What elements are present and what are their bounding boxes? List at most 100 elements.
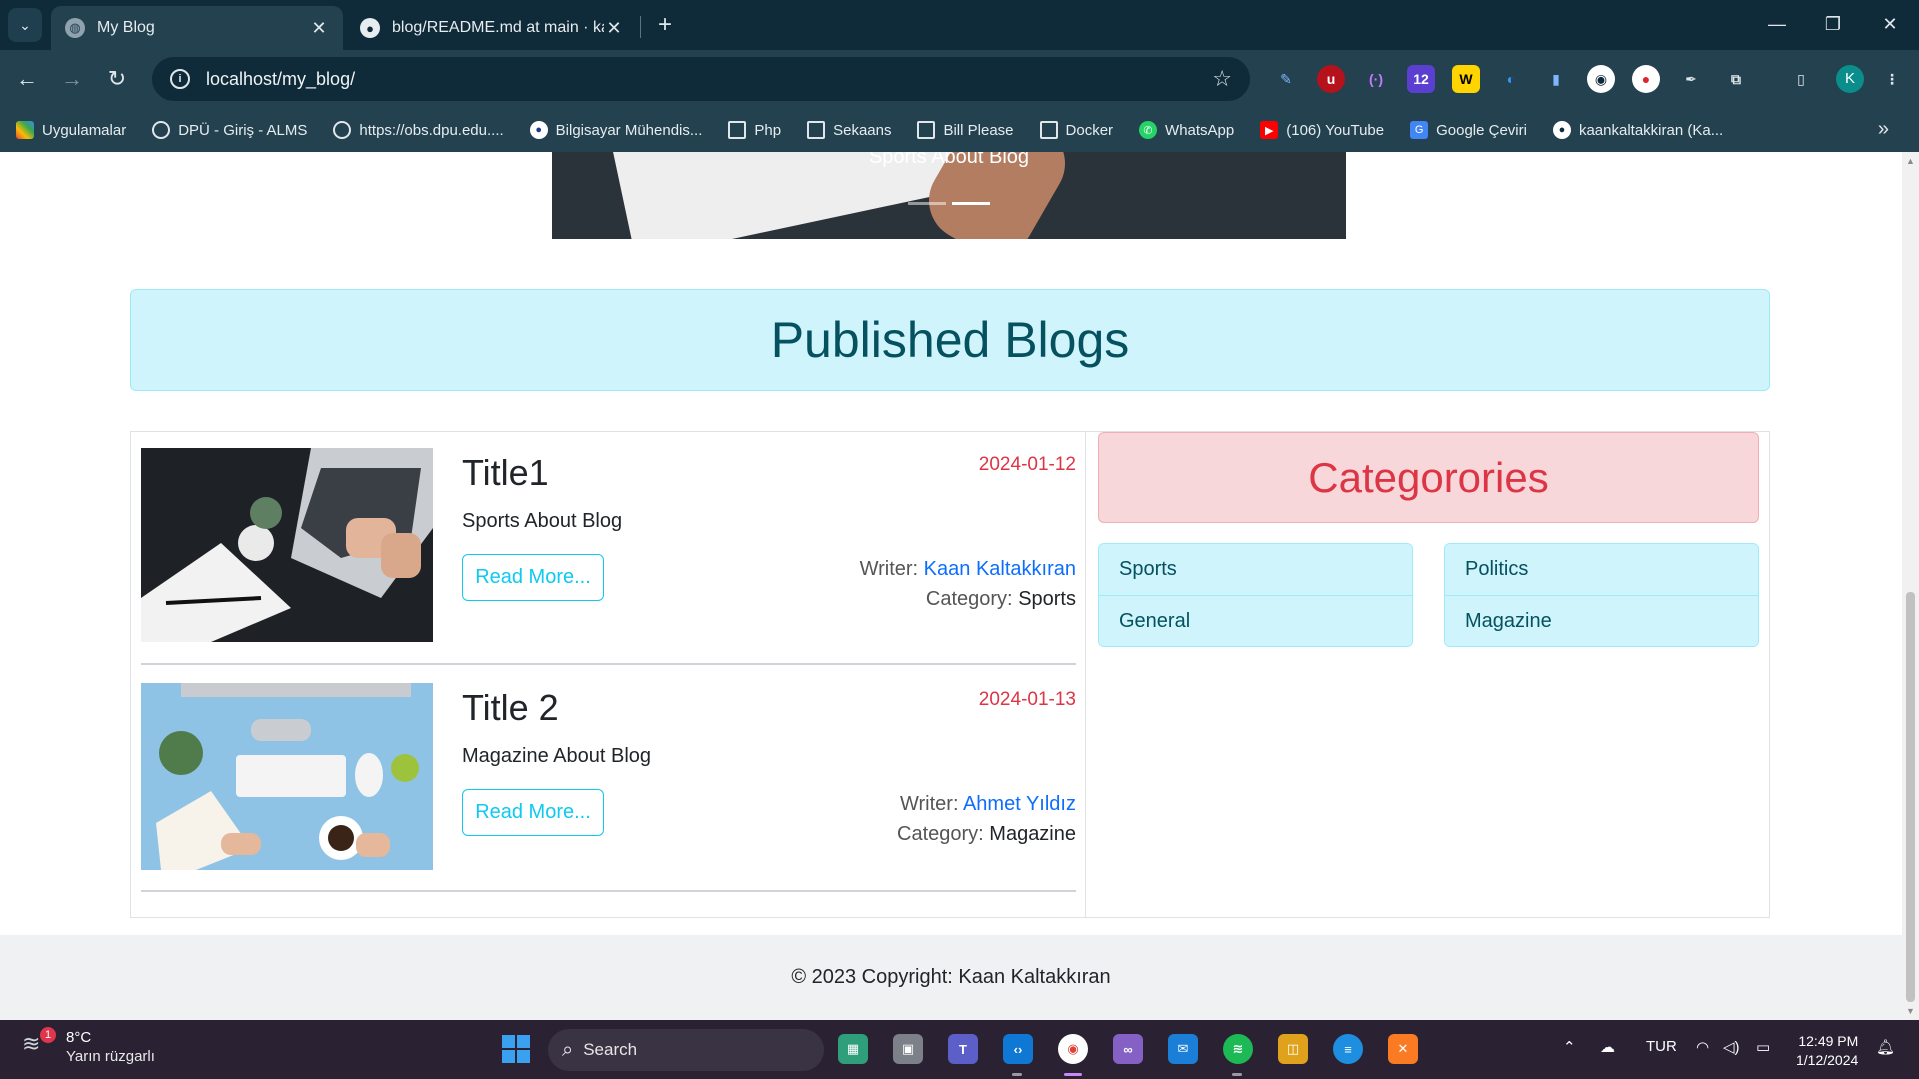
github-icon: ●	[360, 18, 380, 38]
mail-icon[interactable]: ✉	[1168, 1034, 1198, 1064]
category-value: Magazine	[989, 823, 1076, 845]
reload-icon: ↻	[107, 66, 127, 91]
system-clock[interactable]: 12:49 PM 1/12/2024	[1796, 1032, 1858, 1070]
extension-circle-icon[interactable]: ◉	[1587, 65, 1615, 93]
eyedropper-icon[interactable]: ✒	[1677, 65, 1705, 93]
post-divider	[141, 890, 1076, 892]
visual-studio-icon[interactable]: ∞	[1113, 1034, 1143, 1064]
start-button[interactable]	[502, 1035, 530, 1063]
image-editor-icon[interactable]: ◫	[1278, 1034, 1308, 1064]
forward-button[interactable]: →	[55, 62, 89, 96]
record-icon[interactable]: ●	[1632, 65, 1660, 93]
bookmark-youtube[interactable]: ▶ (106) YouTube	[1260, 121, 1384, 139]
bookmark-apps[interactable]: Uygulamalar	[16, 121, 126, 139]
post-title[interactable]: Title 2	[462, 687, 559, 729]
scroll-down-arrow-icon[interactable]: ▼	[1906, 1006, 1915, 1016]
carousel-indicator-active[interactable]	[952, 202, 990, 205]
bookmark-label: Docker	[1065, 121, 1114, 139]
bookmark-google-translate[interactable]: G Google Çeviri	[1410, 121, 1527, 139]
running-indicator	[1012, 1073, 1022, 1076]
vscode-icon[interactable]: ‹›	[1003, 1034, 1033, 1064]
address-bar[interactable]: i localhost/my_blog/ ☆	[152, 57, 1250, 101]
app-store-icon[interactable]: ▦	[838, 1034, 868, 1064]
ublock-icon[interactable]: u	[1317, 65, 1345, 93]
chrome-icon[interactable]: ◉	[1058, 1034, 1088, 1064]
youtube-icon: ▶	[1260, 121, 1279, 139]
more-bookmarks-icon[interactable]: »	[1878, 118, 1889, 141]
page-scrollbar[interactable]: ▲ ▼	[1902, 152, 1919, 1020]
back-button[interactable]: ←	[10, 62, 44, 96]
bookmark-whatsapp[interactable]: ✆ WhatsApp	[1139, 121, 1234, 139]
task-view-icon[interactable]: ▣	[893, 1034, 923, 1064]
bookmark-docker[interactable]: Docker	[1039, 121, 1114, 139]
hero-carousel[interactable]: Sports About Blog	[552, 152, 1346, 239]
extension-pen-icon[interactable]: ✎	[1272, 65, 1300, 93]
tab-my-blog[interactable]: ◍ My Blog ✕	[51, 6, 343, 50]
taskbar-search[interactable]: ⌕ Search	[548, 1029, 824, 1071]
side-panel-icon[interactable]: ▯	[1787, 65, 1815, 93]
extensions-puzzle-icon[interactable]: ⧉	[1722, 65, 1750, 93]
writer-label: Writer:	[859, 558, 919, 580]
tab-readme[interactable]: ● blog/README.md at main · kaa ✕	[346, 6, 638, 50]
profile-avatar[interactable]: K	[1836, 65, 1864, 93]
minimize-button[interactable]: —	[1757, 8, 1797, 40]
bookmark-star-icon[interactable]: ☆	[1212, 66, 1232, 92]
post-title[interactable]: Title1	[462, 452, 549, 494]
weather-widget[interactable]: ≋ 1 8°C Yarın rüzgarlı	[22, 1027, 155, 1066]
read-more-button[interactable]: Read More...	[462, 789, 604, 836]
extension-badge-icon[interactable]: 12	[1407, 65, 1435, 93]
scroll-up-arrow-icon[interactable]: ▲	[1906, 156, 1915, 166]
bookmark-obs[interactable]: https://obs.dpu.edu....	[333, 121, 504, 139]
docker-icon[interactable]: ≡	[1333, 1034, 1363, 1064]
close-tab-icon[interactable]: ✕	[604, 18, 624, 39]
wifi-icon[interactable]: ◠	[1696, 1038, 1709, 1056]
onedrive-icon[interactable]: ☁	[1600, 1038, 1615, 1056]
category-item-magazine[interactable]: Magazine	[1445, 595, 1758, 646]
category-item-politics[interactable]: Politics	[1445, 544, 1758, 595]
xampp-icon[interactable]: ✕	[1388, 1034, 1418, 1064]
volume-icon[interactable]: ◁)	[1723, 1038, 1740, 1056]
extension-doc-icon[interactable]: ▮	[1542, 65, 1570, 93]
writer-link[interactable]: Ahmet Yıldız	[963, 793, 1076, 815]
bookmark-sekaans[interactable]: Sekaans	[807, 121, 891, 139]
extension-edge-icon[interactable]: ◐	[1497, 65, 1525, 93]
battery-icon[interactable]: ▭	[1756, 1038, 1770, 1056]
bookmark-github[interactable]: ● kaankaltakkiran (Ka...	[1552, 121, 1723, 139]
bookmark-dpu-alms[interactable]: DPÜ - Giriş - ALMS	[152, 121, 307, 139]
restore-button[interactable]: ❐	[1813, 8, 1853, 40]
read-more-button[interactable]: Read More...	[462, 554, 604, 601]
bookmark-label: Sekaans	[833, 121, 892, 139]
apps-grid-icon	[16, 121, 34, 139]
new-tab-button[interactable]: +	[650, 10, 680, 40]
bookmark-bill-please[interactable]: Bill Please	[917, 121, 1014, 139]
bookmark-php[interactable]: Php	[728, 121, 781, 139]
close-tab-icon[interactable]: ✕	[309, 18, 329, 39]
site-info-icon[interactable]: i	[170, 69, 190, 89]
close-window-button[interactable]: ✕	[1870, 8, 1910, 40]
url-text[interactable]: localhost/my_blog/	[206, 69, 1212, 90]
reload-button[interactable]: ↻	[100, 62, 134, 96]
clock-date: 1/12/2024	[1796, 1052, 1859, 1068]
kebab-menu-icon[interactable]: ⋮	[1878, 65, 1906, 93]
extension-w-icon[interactable]: W	[1452, 65, 1480, 93]
search-icon: ⌕	[562, 1038, 574, 1061]
folder-icon	[728, 121, 747, 139]
category-item-general[interactable]: General	[1099, 595, 1412, 646]
post-description: Sports About Blog	[462, 510, 623, 532]
tray-overflow-icon[interactable]: ⌃	[1563, 1038, 1576, 1056]
category-item-sports[interactable]: Sports	[1099, 544, 1412, 595]
carousel-indicator[interactable]	[908, 202, 946, 205]
teams-icon[interactable]: T	[948, 1034, 978, 1064]
language-indicator[interactable]: TUR	[1646, 1038, 1677, 1055]
bookmark-label: WhatsApp	[1165, 121, 1235, 139]
extension-waves-icon[interactable]: (·)	[1362, 65, 1390, 93]
tab-search-button[interactable]: ⌄	[8, 8, 42, 42]
arrow-left-icon: ←	[16, 66, 38, 91]
notification-bell-icon[interactable]: 🔔︎	[1876, 1038, 1895, 1056]
writer-link[interactable]: Kaan Kaltakkıran	[924, 558, 1076, 580]
scrollbar-thumb[interactable]	[1906, 592, 1915, 1002]
browser-toolbar: ← → ↻ i localhost/my_blog/ ☆ ✎ u (·) 12 …	[0, 50, 1919, 108]
spotify-icon[interactable]: ≋	[1223, 1034, 1253, 1064]
bookmark-bilgisayar[interactable]: ● Bilgisayar Mühendis...	[529, 121, 702, 139]
post-description: Magazine About Blog	[462, 745, 652, 767]
